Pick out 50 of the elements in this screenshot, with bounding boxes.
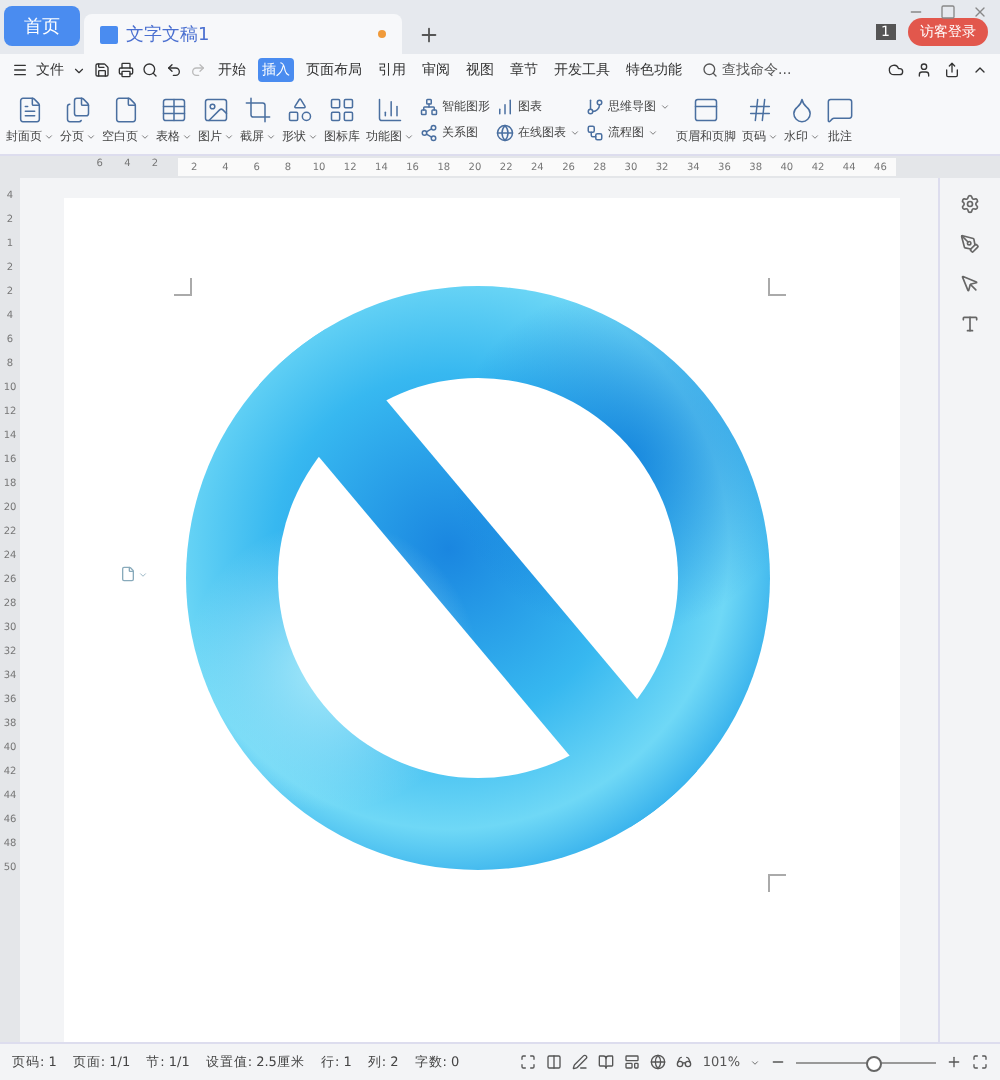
save-icon[interactable] [94,62,110,78]
document-icon [100,25,118,43]
collapse-icon[interactable] [972,62,988,78]
crop-icon [244,95,272,123]
hash-icon [746,95,774,123]
text-icon[interactable] [960,314,980,334]
document-icon [16,95,44,123]
cloud-icon[interactable] [888,62,904,78]
pointer-icon[interactable] [960,274,980,294]
settings-icon[interactable] [960,194,980,214]
image-icon [202,95,230,123]
pen-icon[interactable] [572,1054,589,1070]
caret-icon[interactable] [72,63,86,77]
user-icon[interactable] [916,62,932,78]
table-icon [160,95,188,123]
close-icon[interactable] [972,4,988,20]
document-tab[interactable]: 文字文稿1 [84,14,402,54]
new-tab-icon[interactable] [417,24,440,46]
columns-icon[interactable] [546,1054,563,1070]
chart-icon [376,95,404,123]
reading-icon[interactable] [676,1054,693,1070]
pen-icon[interactable] [960,234,980,254]
unsaved-dot [377,30,386,38]
globe-icon [496,124,514,142]
fit-icon[interactable] [972,1054,988,1070]
menu-icon[interactable] [12,62,28,78]
grid-icon [328,95,356,123]
print-icon[interactable] [118,62,134,78]
flowchart-icon [586,124,604,142]
maximize-icon[interactable] [940,4,956,20]
zoom-thumb[interactable] [865,1055,881,1071]
diagram-icon [420,98,438,116]
share-icon[interactable] [944,62,960,78]
pages-icon [64,95,92,123]
branch-icon [586,98,604,116]
bar-chart-icon [496,98,514,116]
undo-icon[interactable] [166,62,182,78]
page-view-icon[interactable] [598,1054,615,1070]
preview-icon[interactable] [142,62,158,78]
web-view-icon[interactable] [650,1054,667,1070]
layout-icon[interactable] [624,1054,641,1070]
nodes-icon [420,124,438,142]
zoom-in-icon[interactable] [946,1054,962,1070]
shapes-icon [286,95,314,123]
droplet-icon [788,95,816,123]
search-icon [702,62,718,78]
blank-page-icon [112,95,140,123]
header-icon [692,95,720,123]
fullscreen-icon[interactable] [520,1054,537,1070]
comment-icon [826,95,854,123]
